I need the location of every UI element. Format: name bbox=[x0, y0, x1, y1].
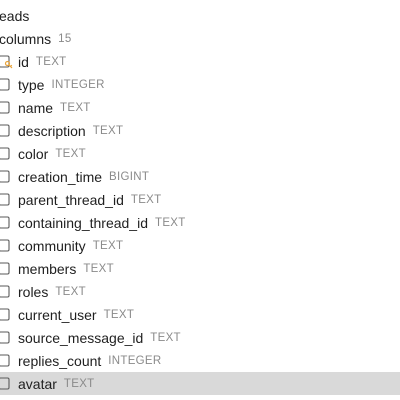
column-node-avatar[interactable]: avatar TEXT bbox=[0, 372, 400, 395]
column-node-source-message-id[interactable]: source_message_id TEXT bbox=[0, 326, 400, 349]
table-node[interactable]: eads bbox=[0, 4, 400, 27]
column-node-replies-count[interactable]: replies_count INTEGER bbox=[0, 349, 400, 372]
columns-folder-node[interactable]: columns 15 bbox=[0, 27, 400, 50]
column-type: TEXT bbox=[83, 262, 114, 275]
column-node-containing-thread-id[interactable]: containing_thread_id TEXT bbox=[0, 211, 400, 234]
column-node-color[interactable]: color TEXT bbox=[0, 142, 400, 165]
column-node-community[interactable]: community TEXT bbox=[0, 234, 400, 257]
column-type: TEXT bbox=[103, 308, 135, 321]
column-icon bbox=[0, 377, 10, 390]
column-node-name[interactable]: name TEXT bbox=[0, 96, 400, 119]
primary-key-column-icon bbox=[0, 55, 13, 69]
column-type: TEXT bbox=[92, 124, 124, 137]
column-node-parent-thread-id[interactable]: parent_thread_id TEXT bbox=[0, 188, 400, 211]
column-icon bbox=[0, 331, 10, 344]
column-type: TEXT bbox=[35, 55, 67, 68]
columns-count: 15 bbox=[58, 32, 72, 45]
column-type: INTEGER bbox=[51, 78, 105, 91]
column-name: parent_thread_id bbox=[18, 191, 124, 208]
column-icon bbox=[0, 239, 10, 252]
column-name: color bbox=[18, 145, 49, 162]
column-node-creation-time[interactable]: creation_time BIGINT bbox=[0, 165, 400, 188]
column-name: avatar bbox=[18, 375, 57, 392]
column-name: containing_thread_id bbox=[18, 214, 148, 231]
column-type: TEXT bbox=[150, 331, 181, 344]
column-type: TEXT bbox=[63, 377, 95, 390]
column-node-current-user[interactable]: current_user TEXT bbox=[0, 303, 400, 326]
column-name: id bbox=[18, 53, 29, 70]
column-node-type[interactable]: type INTEGER bbox=[0, 73, 400, 96]
column-type: INTEGER bbox=[108, 354, 162, 367]
column-node-members[interactable]: members TEXT bbox=[0, 257, 400, 280]
column-name: replies_count bbox=[18, 352, 102, 369]
column-icon bbox=[0, 78, 10, 91]
column-icon bbox=[0, 216, 10, 229]
column-type: TEXT bbox=[130, 193, 162, 206]
column-type: TEXT bbox=[55, 147, 86, 160]
columns-folder-label: columns bbox=[0, 30, 52, 47]
column-name: type bbox=[18, 76, 45, 93]
table-name: eads bbox=[0, 7, 30, 24]
column-icon bbox=[0, 170, 10, 183]
column-type: TEXT bbox=[155, 216, 186, 229]
column-icon bbox=[0, 193, 10, 206]
column-name: name bbox=[18, 99, 54, 116]
column-node-description[interactable]: description TEXT bbox=[0, 119, 400, 142]
column-type: TEXT bbox=[92, 239, 124, 252]
column-type: TEXT bbox=[55, 285, 86, 298]
column-name: source_message_id bbox=[18, 329, 144, 346]
column-icon bbox=[0, 285, 10, 298]
column-icon bbox=[0, 354, 10, 367]
column-icon bbox=[0, 262, 10, 275]
column-name: creation_time bbox=[18, 168, 103, 185]
column-name: current_user bbox=[18, 306, 97, 323]
column-name: description bbox=[18, 122, 86, 139]
column-icon bbox=[0, 101, 10, 114]
column-icon bbox=[0, 308, 10, 321]
column-icon bbox=[0, 147, 10, 160]
column-name: community bbox=[18, 237, 86, 254]
column-node-id[interactable]: id TEXT bbox=[0, 50, 400, 73]
column-name: roles bbox=[18, 283, 49, 300]
column-name: members bbox=[18, 260, 77, 277]
column-node-roles[interactable]: roles TEXT bbox=[0, 280, 400, 303]
column-icon bbox=[0, 124, 10, 137]
column-type: TEXT bbox=[60, 101, 91, 114]
column-type: BIGINT bbox=[109, 170, 150, 183]
